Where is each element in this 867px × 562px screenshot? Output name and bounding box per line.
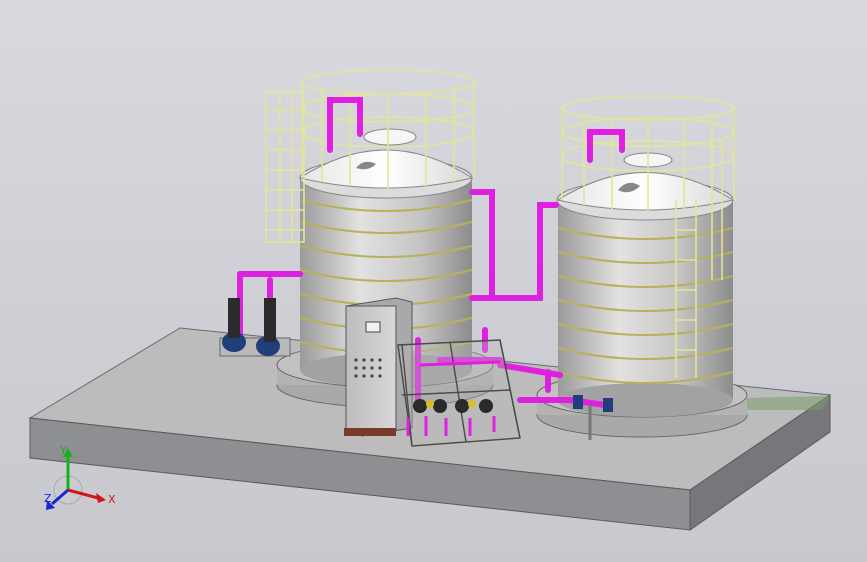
y-axis-label: Y — [59, 444, 67, 457]
coordinate-triad: Y X Z — [44, 444, 116, 510]
x-axis-arrow — [67, 488, 99, 500]
dosing-skid[interactable] — [397, 339, 521, 447]
x-axis-label: X — [108, 493, 116, 506]
z-axis-label: Z — [44, 492, 52, 505]
transfer-pumps[interactable] — [219, 298, 291, 357]
cad-viewport[interactable]: Y X Z — [0, 0, 867, 562]
3d-model-scene[interactable] — [0, 0, 867, 562]
